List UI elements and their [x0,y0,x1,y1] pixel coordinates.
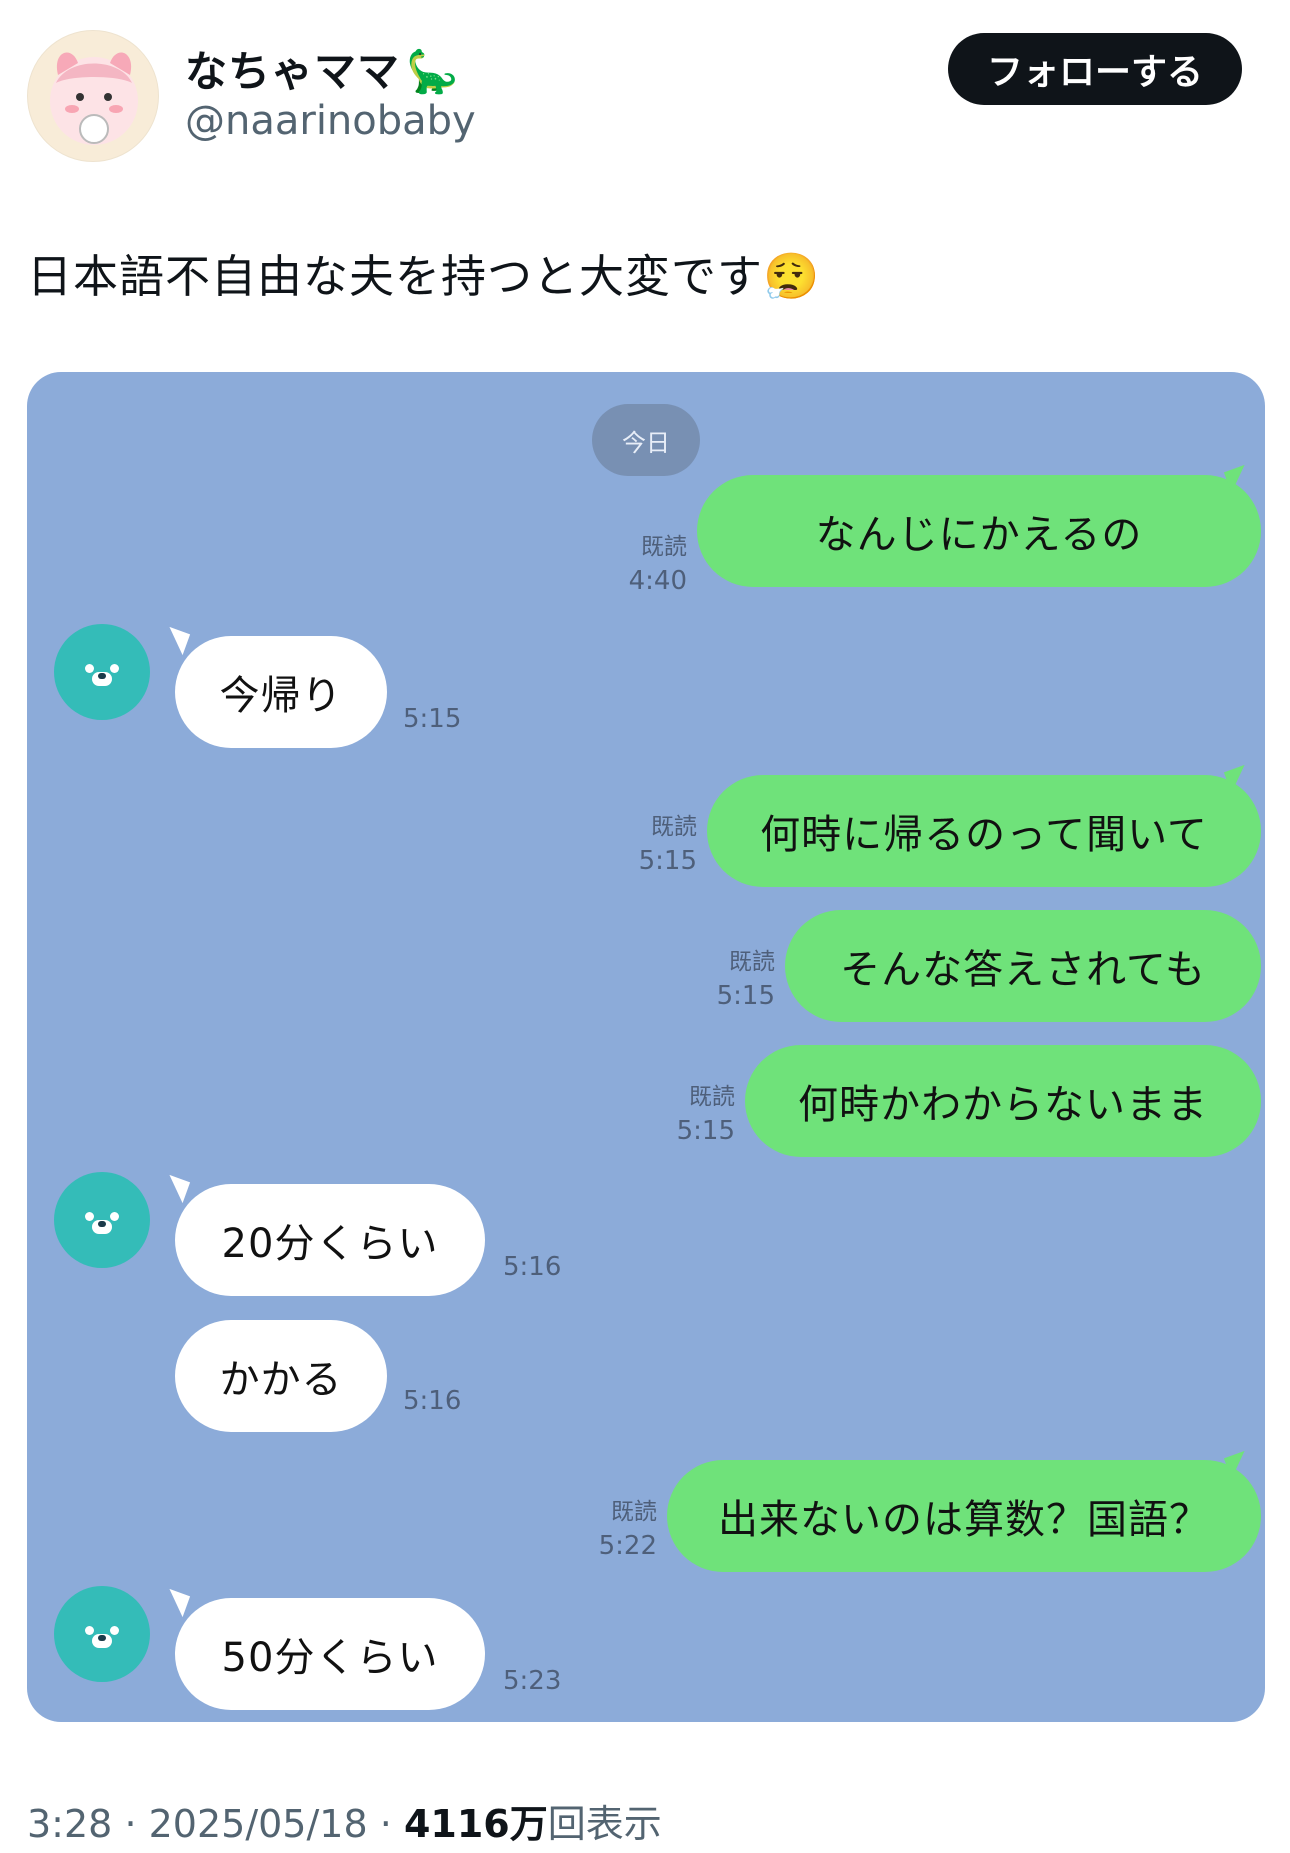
message-text: 50分くらい [221,1635,439,1681]
message-time: 5:23 [503,1666,562,1696]
message-time: 5:16 [403,1386,462,1416]
message-text: かかる [219,1357,343,1403]
profile-avatar[interactable] [27,30,159,162]
message-time: 5:15 [403,704,462,734]
message-meta: 既読 4:40 [597,530,687,598]
message-text: 20分くらい [221,1221,439,1267]
message-text: なんじにかえるの [815,512,1143,558]
message-text: 出来ないのは算数？国語？ [718,1497,1210,1543]
exhale-emoji-icon: 😮‍💨 [763,250,821,303]
avatar-eye [110,664,119,673]
read-receipt: 既読 [651,814,697,840]
outgoing-message: そんな答えされても [785,910,1261,1022]
tweet-text: 日本語不自由な夫を持つと大変です😮‍💨 [27,240,820,305]
follow-button[interactable]: フォローする [948,33,1242,105]
bubble-tail [161,1588,191,1618]
message-meta: 既読 5:22 [567,1495,657,1563]
friend-avatar[interactable] [54,624,150,720]
friend-avatar[interactable] [54,1172,150,1268]
outgoing-message: 出来ないのは算数？国語？ [667,1460,1261,1572]
bubble-tail [161,1174,191,1204]
incoming-message: 50分くらい [175,1598,485,1710]
message-time: 5:16 [503,1252,562,1282]
outgoing-message: なんじにかえるの [697,475,1261,587]
display-name[interactable]: なちゃママ 🦕 [185,38,459,99]
user-handle[interactable]: @naarinobaby [185,98,476,144]
bubble-tail [161,626,191,656]
separator: · [379,1802,392,1846]
read-receipt: 既読 [729,949,775,975]
read-receipt: 既読 [689,1084,735,1110]
friend-avatar[interactable] [54,1586,150,1682]
display-name-text: なちゃママ [185,47,401,96]
avatar-nose [98,673,106,679]
tweet-footer: 3:28 · 2025/05/18 · 4116万回表示 [27,1793,662,1848]
post-date[interactable]: 2025/05/18 [149,1802,368,1846]
dinosaur-icon: 🦕 [406,47,460,96]
post-time[interactable]: 3:28 [27,1802,112,1846]
message-time: 4:40 [628,566,687,596]
message-time: 5:15 [676,1116,735,1146]
incoming-message: 今帰り [175,636,387,748]
message-time: 5:15 [638,846,697,876]
incoming-message: 20分くらい [175,1184,485,1296]
avatar-eye [85,1626,94,1635]
view-count-number: 4116 [403,1802,510,1846]
avatar-eye [110,1212,119,1221]
read-receipt: 既読 [641,534,687,560]
avatar-eye [85,664,94,673]
day-divider: 今日 [592,404,700,476]
message-meta: 既読 5:15 [645,1080,735,1148]
avatar-nose [98,1635,106,1641]
message-meta: 既読 5:15 [607,810,697,878]
avatar-eye [110,1626,119,1635]
message-text: 何時かわからないまま [798,1082,1208,1128]
avatar-eye [85,1212,94,1221]
outgoing-message: 何時かわからないまま [745,1045,1261,1157]
view-count-unit: 万 [509,1802,548,1846]
message-time: 5:15 [716,981,775,1011]
tweet-text-body: 日本語不自由な夫を持つと大変です [27,250,764,303]
message-text: 今帰り [219,673,343,719]
message-text: 何時に帰るのって聞いて [760,812,1208,858]
chat-screenshot[interactable]: 今日 なんじにかえるの 既読 4:40 今帰り 5:15 何時に帰るのって聞いて… [27,372,1265,1722]
separator: · [124,1802,137,1846]
message-text: そんな答えされても [840,947,1206,993]
outgoing-message: 何時に帰るのって聞いて [707,775,1261,887]
message-meta: 既読 5:15 [685,945,775,1013]
incoming-message: かかる [175,1320,387,1432]
avatar-nose [98,1221,106,1227]
message-time: 5:22 [598,1531,657,1561]
view-count-label: 回表示 [547,1802,662,1846]
view-count: 4116万 [404,1802,548,1846]
read-receipt: 既読 [611,1499,657,1525]
